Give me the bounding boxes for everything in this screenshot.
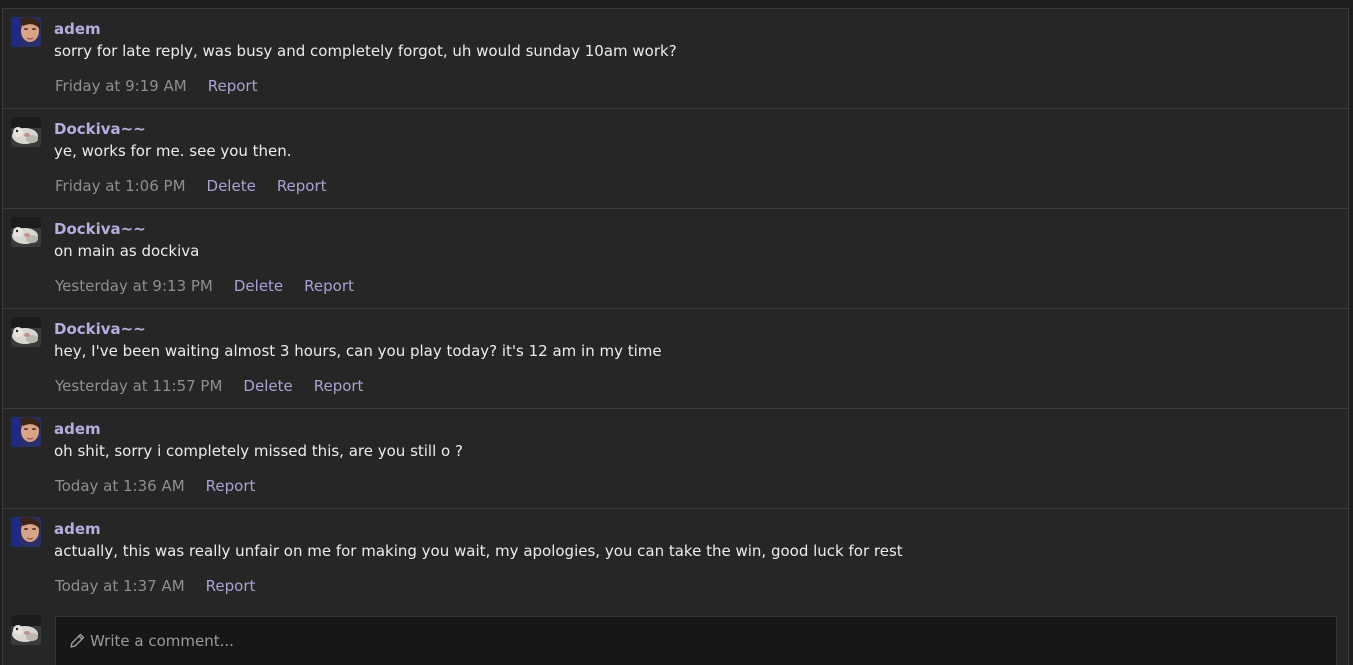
- comment: Dockiva~~ on main as dockiva Yesterday a…: [3, 209, 1348, 309]
- delete-button[interactable]: Delete: [234, 277, 283, 295]
- comment-timestamp[interactable]: Friday at 9:19 AM: [55, 77, 187, 95]
- report-button[interactable]: Report: [206, 577, 256, 595]
- comment-timestamp[interactable]: Today at 1:36 AM: [55, 477, 185, 495]
- dockiva-avatar[interactable]: [11, 217, 41, 247]
- comment-timestamp[interactable]: Today at 1:37 AM: [55, 577, 185, 595]
- comment-timestamp[interactable]: Yesterday at 11:57 PM: [55, 377, 222, 395]
- report-button[interactable]: Report: [277, 177, 327, 195]
- comment-meta: Yesterday at 11:57 PM Delete Report: [55, 377, 384, 395]
- comment-meta: Today at 1:36 AM Report: [55, 477, 276, 495]
- comment-author[interactable]: Dockiva~~: [54, 120, 146, 138]
- delete-button[interactable]: Delete: [243, 377, 292, 395]
- comment-author[interactable]: Dockiva~~: [54, 320, 146, 338]
- report-button[interactable]: Report: [314, 377, 364, 395]
- report-button[interactable]: Report: [304, 277, 354, 295]
- pencil-icon: [70, 633, 85, 648]
- comment-meta: Friday at 9:19 AM Report: [55, 77, 278, 95]
- adem-avatar[interactable]: [11, 517, 41, 547]
- comment-input[interactable]: Write a comment...: [55, 616, 1337, 665]
- report-button[interactable]: Report: [206, 477, 256, 495]
- comment: adem sorry for late reply, was busy and …: [3, 9, 1348, 109]
- comment-input-placeholder: Write a comment...: [90, 632, 234, 650]
- comment: Dockiva~~ ye, works for me. see you then…: [3, 109, 1348, 209]
- comment-text: ye, works for me. see you then.: [54, 142, 292, 160]
- dockiva-avatar: [11, 615, 41, 645]
- comment-timestamp[interactable]: Yesterday at 9:13 PM: [55, 277, 213, 295]
- comment-meta: Friday at 1:06 PM Delete Report: [55, 177, 348, 195]
- delete-button[interactable]: Delete: [207, 177, 256, 195]
- comment-author[interactable]: adem: [54, 520, 101, 538]
- comment: adem oh shit, sorry i completely missed …: [3, 409, 1348, 509]
- comment-timestamp[interactable]: Friday at 1:06 PM: [55, 177, 186, 195]
- comment-text: sorry for late reply, was busy and compl…: [54, 42, 677, 60]
- comment-meta: Today at 1:37 AM Report: [55, 577, 276, 595]
- comment-composer: Write a comment...: [2, 608, 1349, 665]
- adem-avatar[interactable]: [11, 17, 41, 47]
- comment-thread: adem sorry for late reply, was busy and …: [2, 8, 1349, 609]
- comment-text: actually, this was really unfair on me f…: [54, 542, 903, 560]
- comment-text: hey, I've been waiting almost 3 hours, c…: [54, 342, 662, 360]
- comment-text: oh shit, sorry i completely missed this,…: [54, 442, 463, 460]
- comment-author[interactable]: adem: [54, 420, 101, 438]
- comment-meta: Yesterday at 9:13 PM Delete Report: [55, 277, 375, 295]
- report-button[interactable]: Report: [208, 77, 258, 95]
- comment-author[interactable]: Dockiva~~: [54, 220, 146, 238]
- comment-author[interactable]: adem: [54, 20, 101, 38]
- dockiva-avatar[interactable]: [11, 117, 41, 147]
- comment: Dockiva~~ hey, I've been waiting almost …: [3, 309, 1348, 409]
- adem-avatar[interactable]: [11, 417, 41, 447]
- comment: adem actually, this was really unfair on…: [3, 509, 1348, 609]
- comment-text: on main as dockiva: [54, 242, 200, 260]
- dockiva-avatar[interactable]: [11, 317, 41, 347]
